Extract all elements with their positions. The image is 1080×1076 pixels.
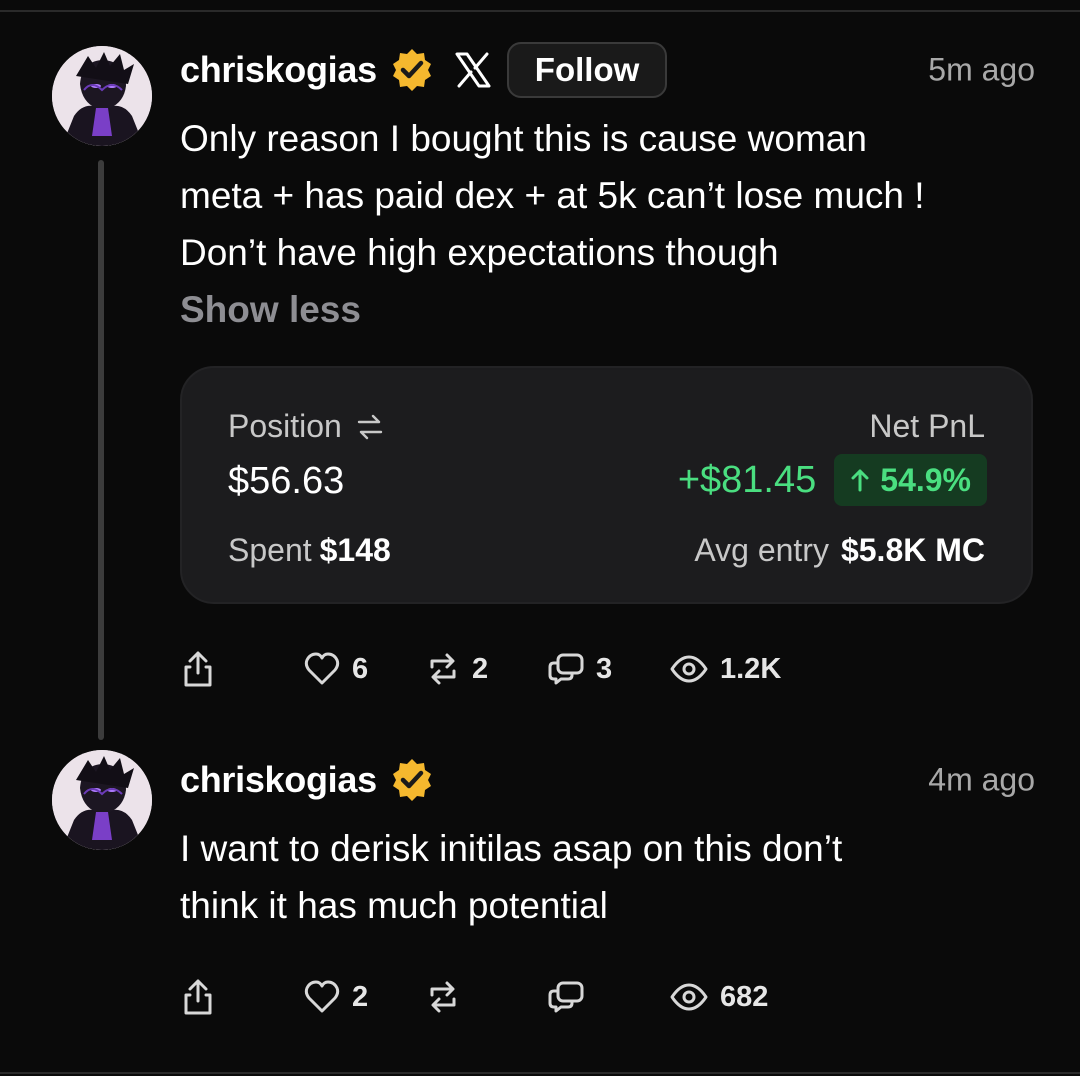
- avatar[interactable]: [52, 750, 152, 850]
- verified-badge-icon: [389, 757, 435, 803]
- spent-label: Spent: [228, 532, 312, 568]
- post-actions: 6 2 3 1.2K: [180, 644, 880, 694]
- eye-icon: [670, 655, 708, 683]
- comment-icon: [548, 981, 584, 1013]
- views-button[interactable]: 682: [670, 972, 768, 1022]
- post-actions: 2 682: [180, 972, 880, 1022]
- share-icon: [184, 979, 212, 1015]
- eye-icon: [670, 983, 708, 1011]
- username[interactable]: chriskogias: [180, 49, 377, 91]
- position-label: Position: [228, 408, 342, 444]
- arrow-up-icon: [851, 469, 869, 492]
- verified-badge-icon: [389, 47, 435, 93]
- like-count: 6: [352, 652, 369, 685]
- spent-row: Spent $148: [228, 532, 391, 569]
- share-button[interactable]: [180, 972, 216, 1022]
- show-less-link[interactable]: Show less: [180, 289, 1035, 331]
- timestamp: 4m ago: [928, 761, 1035, 798]
- avg-entry-label: Avg entry: [694, 532, 829, 568]
- like-count: 2: [352, 980, 369, 1013]
- comment-icon: [548, 653, 584, 685]
- post-header: chriskogias 4m ago: [180, 750, 1035, 810]
- position-value: $56.63: [228, 460, 345, 502]
- repost-icon: [430, 653, 456, 685]
- heart-icon: [304, 652, 340, 685]
- swap-arrows-icon[interactable]: [356, 413, 384, 441]
- repost-count: 2: [472, 652, 489, 685]
- pnl-percent: 54.9%: [880, 461, 971, 498]
- post-header: chriskogias Follow 5m ago: [180, 40, 1035, 100]
- net-pnl-label: Net PnL: [869, 408, 985, 444]
- avg-entry-value: $5.8K MC: [840, 532, 985, 568]
- repost-button[interactable]: 2: [426, 644, 488, 694]
- position-label-row: Position: [228, 408, 384, 445]
- avg-entry-row: Avg entry $5.8K MC: [694, 532, 985, 569]
- post-2: chriskogias 4m ago I want to derisk init…: [180, 750, 1035, 934]
- post-1: chriskogias Follow 5m ago Only reason I …: [180, 40, 1035, 331]
- repost-button[interactable]: [426, 972, 472, 1022]
- views-count: 682: [720, 980, 769, 1013]
- spent-value: $148: [319, 532, 391, 568]
- share-button[interactable]: [180, 644, 216, 694]
- share-icon: [184, 651, 212, 687]
- avatar[interactable]: [52, 46, 152, 146]
- repost-icon: [430, 981, 456, 1013]
- heart-icon: [304, 980, 340, 1013]
- follow-button[interactable]: Follow: [506, 42, 668, 98]
- views-count: 1.2K: [720, 652, 782, 685]
- views-button[interactable]: 1.2K: [670, 644, 781, 694]
- comment-count: 3: [596, 652, 613, 685]
- post-text: Only reason I bought this is cause woman…: [180, 118, 925, 273]
- comment-button[interactable]: [548, 972, 596, 1022]
- avatar-image: [52, 750, 152, 850]
- x-logo-icon[interactable]: [455, 52, 491, 88]
- position-card[interactable]: Position $56.63 Spent $148 Net PnL +$81.4…: [180, 366, 1033, 604]
- post-text: I want to derisk initilas asap on this d…: [180, 828, 843, 926]
- avatar-image: [52, 46, 152, 146]
- net-pnl-row: +$81.45 54.9%: [678, 454, 987, 506]
- thread-connector-line: [98, 160, 104, 740]
- top-divider: [0, 10, 1080, 12]
- pnl-percent-badge: 54.9%: [834, 454, 987, 506]
- net-pnl-value: +$81.45: [677, 458, 817, 501]
- like-button[interactable]: 2: [304, 972, 368, 1022]
- username[interactable]: chriskogias: [180, 759, 377, 801]
- comment-button[interactable]: 3: [548, 644, 612, 694]
- bottom-divider: [0, 1072, 1080, 1074]
- like-button[interactable]: 6: [304, 644, 368, 694]
- timestamp: 5m ago: [928, 51, 1035, 88]
